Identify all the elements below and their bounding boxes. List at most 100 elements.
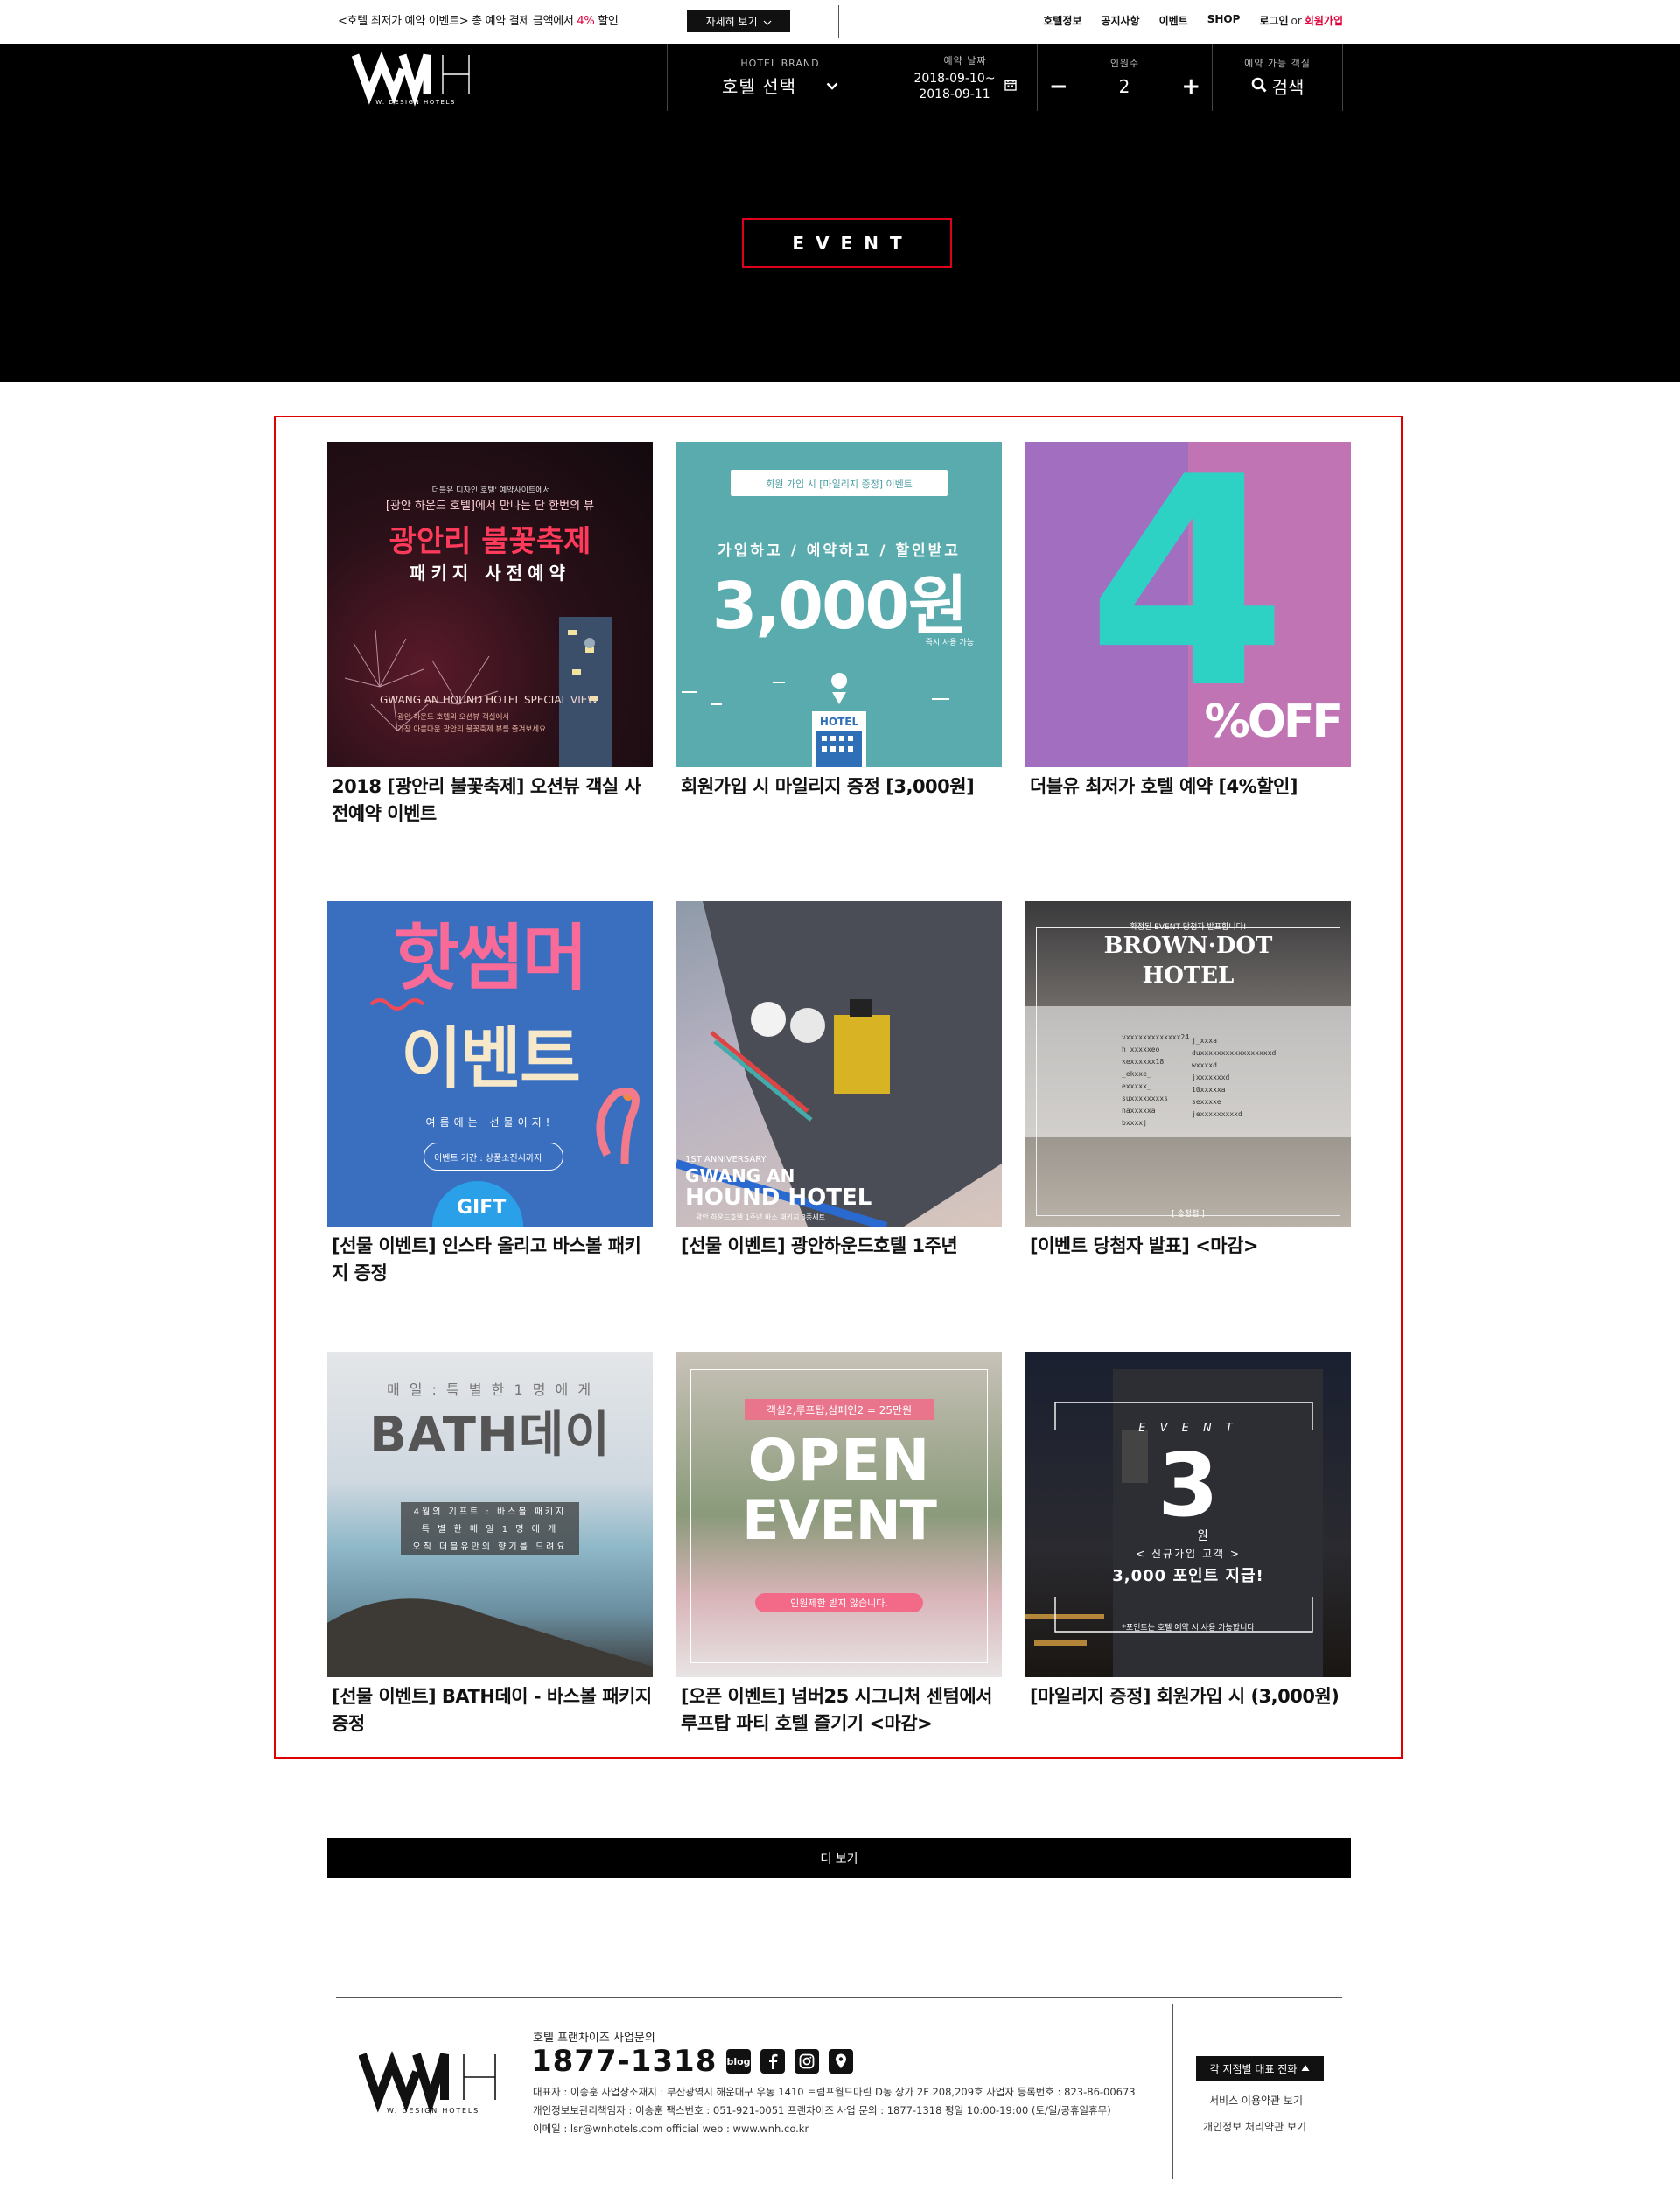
event-thumbnail: E V E N T 3 원 < 신규가입 고객 > 3,000 포인트 지급! …	[1026, 1352, 1351, 1677]
event-title[interactable]: 2018 [광안리 불꽃축제] 오션뷰 객실 사전예약 이벤트	[327, 773, 653, 828]
event-title[interactable]: 더블유 최저가 호텔 예약 [4%할인]	[1026, 773, 1351, 801]
img-subhead: %OFF	[1204, 696, 1343, 748]
nav-shop[interactable]: SHOP	[1208, 13, 1241, 28]
img-subhead: 패키지 사전예약	[410, 563, 570, 584]
img-subhead: HOTEL	[1142, 962, 1235, 989]
footer-phone: 1877-1318	[531, 2044, 718, 2079]
nav-login[interactable]: 로그인	[1259, 15, 1288, 27]
svg-text:exxxxx_: exxxxx_	[1122, 1082, 1152, 1090]
blog-icon[interactable]: blog	[726, 2049, 751, 2074]
promo-highlight: 4%	[577, 15, 595, 28]
branch-phone-toggle[interactable]: 각 지점별 대표 전화	[1196, 2056, 1324, 2081]
event-card[interactable]: E V E N T 3 원 < 신규가입 고객 > 3,000 포인트 지급! …	[1026, 1352, 1351, 1710]
svg-text:h_xxxxxeo: h_xxxxxeo	[1122, 1046, 1160, 1053]
img-subhead: 이벤트	[401, 1019, 581, 1097]
nav-event[interactable]: 이벤트	[1159, 13, 1188, 28]
event-thumbnail: 매 일 : 특 별 한 1 명 에 게 BATH데이 4월의 기프트 : 바스볼…	[327, 1352, 653, 1677]
img-text: 이벤트 기간 : 상품소진시까지	[434, 1154, 542, 1164]
img-headline: 3	[1158, 1434, 1219, 1536]
calendar-icon	[1004, 78, 1017, 94]
wnh-logo[interactable]: W. DESIGN HOTELS	[351, 50, 480, 108]
top-divider	[838, 5, 839, 38]
svg-text:10xxxxxa: 10xxxxxa	[1192, 1086, 1226, 1094]
nav-signup[interactable]: 회원가입	[1305, 15, 1343, 27]
event-card[interactable]: 매 일 : 특 별 한 1 명 에 게 BATH데이 4월의 기프트 : 바스볼…	[327, 1352, 653, 1738]
promo-suffix: 할인	[594, 15, 619, 28]
img-text: GWANG AN	[685, 1165, 795, 1186]
brand-select[interactable]: HOTEL BRAND 호텔 선택	[667, 44, 892, 111]
img-text: GIFT	[457, 1197, 507, 1219]
branch-phone-label: 각 지점별 대표 전화	[1209, 2062, 1298, 2075]
event-title[interactable]: [선물 이벤트] BATH데이 - 바스볼 패키지 증정	[327, 1683, 653, 1738]
event-card[interactable]: 1ST ANNIVERSARY GWANG AN HOUND HOTEL 광안 …	[676, 901, 1002, 1260]
img-text: < 신규가입 고객 >	[1136, 1548, 1241, 1560]
event-thumbnail: 객실2,루프탑,삼페인2 = 25만원 OPEN EVENT 인원제한 받지 않…	[676, 1352, 1002, 1677]
svg-text:suxxxxxxxxs: suxxxxxxxxs	[1122, 1095, 1168, 1102]
event-card[interactable]: 핫썸머 이벤트 여름에는 선물이지! 이벤트 기간 : 상품소진시까지 GIFT…	[327, 901, 653, 1287]
event-title[interactable]: [마일리지 증정] 회원가입 시 (3,000원)	[1026, 1683, 1351, 1710]
logo-text: W. DESIGN HOTELS	[375, 99, 456, 106]
svg-text:bxxxxj: bxxxxj	[1122, 1119, 1147, 1127]
facebook-icon[interactable]	[760, 2049, 785, 2074]
nav-notice[interactable]: 공지사항	[1101, 13, 1139, 28]
img-text: *포인트는 호텔 예약 시 사용 가능합니다	[1122, 1624, 1255, 1633]
people-count: 2	[1118, 75, 1131, 97]
nav-hotel-info[interactable]: 호텔정보	[1043, 13, 1082, 28]
event-title[interactable]: [선물 이벤트] 광안하운드호텔 1주년	[676, 1233, 1002, 1260]
img-text: E V E N T	[1138, 1422, 1238, 1435]
map-pin-icon[interactable]	[829, 2049, 853, 2074]
company-info-line: 대표자 : 이송훈 사업장소재지 : 부산광역시 해운대구 우동 1410 트럼…	[533, 2086, 1136, 2098]
date-picker[interactable]: 예약 날짜 2018-09-10~ 2018-09-11	[892, 44, 1037, 111]
svg-text:naxxxxxa: naxxxxxa	[1122, 1107, 1156, 1115]
detail-button[interactable]: 자세히 보기	[687, 10, 790, 32]
people-caption: 인원수	[1110, 57, 1140, 69]
svg-text:sexxxxe: sexxxxe	[1192, 1098, 1222, 1106]
people-stepper: 인원수 − 2 +	[1037, 44, 1212, 111]
event-thumbnail: 핫썸머 이벤트 여름에는 선물이지! 이벤트 기간 : 상품소진시까지 GIFT	[327, 901, 653, 1227]
triangle-up-icon	[1301, 2062, 1310, 2074]
instagram-icon[interactable]	[794, 2049, 819, 2074]
top-nav: 호텔정보 공지사항 이벤트 SHOP 로그인 or 회원가입	[1043, 13, 1343, 28]
event-title[interactable]: [오픈 이벤트] 넘버25 시그니처 센텀에서 루프탑 파티 호텔 즐기기 <마…	[676, 1683, 1002, 1738]
search-icon	[1251, 76, 1267, 97]
img-text: 원	[1197, 1529, 1208, 1543]
event-card[interactable]: 확정된 EVENT 당첨자 발표합니다! BROWN·DOT HOTEL vxx…	[1026, 901, 1351, 1260]
date-caption: 예약 날짜	[943, 54, 987, 66]
hero-banner: EVENT	[0, 111, 1680, 382]
img-text: 광안 하운드 호텔의 오션뷰 객실에서	[397, 713, 510, 722]
svg-text:_ekxxe_: _ekxxe_	[1122, 1070, 1152, 1078]
event-card[interactable]: 4 %OFF 더블유 최저가 호텔 예약 [4%할인]	[1026, 442, 1351, 801]
people-plus-button[interactable]: +	[1181, 73, 1200, 100]
svg-text:vxxxxxxxxxxxxx24: vxxxxxxxxxxxxx24	[1122, 1033, 1189, 1041]
top-bar: <호텔 최저가 예약 이벤트> 총 예약 결제 금액에서 4% 할인 자세히 보…	[0, 0, 1680, 44]
event-card[interactable]: '더블유 디자인 호텔' 예약사이트에서 [광안 하운드 호텔]에서 만나는 단…	[327, 442, 653, 828]
towel-illustration	[327, 1598, 653, 1677]
event-thumbnail: 1ST ANNIVERSARY GWANG AN HOUND HOTEL 광안 …	[676, 901, 1002, 1227]
event-title[interactable]: [선물 이벤트] 인스타 올리고 바스볼 패키지 증정	[327, 1233, 653, 1287]
chevron-down-icon	[826, 77, 838, 94]
search-button[interactable]: 예약 가능 객실 검색	[1212, 44, 1343, 111]
img-headline: OPEN	[747, 1427, 931, 1494]
winners-panel: vxxxxxxxxxxxxx24 j_xxxa h_xxxxxeo duxxxxxx…	[1026, 1006, 1351, 1137]
more-button[interactable]: 더 보기	[327, 1838, 1351, 1878]
event-title[interactable]: [이벤트 당첨자 발표] <마감>	[1026, 1233, 1351, 1260]
people-minus-button[interactable]: −	[1049, 73, 1068, 100]
event-card[interactable]: 객실2,루프탑,삼페인2 = 25만원 OPEN EVENT 인원제한 받지 않…	[676, 1352, 1002, 1738]
img-text: GWANG AN HOUND HOTEL SPECIAL VIEW	[380, 694, 598, 706]
company-info-line: 개인정보보관리책임자 : 이송훈 팩스번호 : 051-921-0051 프랜차…	[533, 2104, 1111, 2116]
nav-or: or	[1291, 15, 1302, 27]
svg-text:wxxxxd: wxxxxd	[1192, 1061, 1217, 1069]
img-text: 확정된 EVENT 당첨자 발표합니다!	[1130, 923, 1247, 932]
detail-button-label: 자세히 보기	[705, 16, 758, 28]
svg-text:duxxxxxxxxxxxxxxxxxd: duxxxxxxxxxxxxxxxxxd	[1192, 1049, 1277, 1057]
svg-text:jexxxxxxxxxd: jexxxxxxxxxd	[1192, 1110, 1242, 1118]
event-title[interactable]: 회원가입 시 마일리지 증정 [3,000원]	[676, 773, 1002, 801]
search-label: 검색	[1271, 77, 1305, 98]
brand-caption: HOTEL BRAND	[740, 57, 820, 69]
img-text: 1ST ANNIVERSARY	[685, 1155, 766, 1164]
event-thumbnail: 회원 가입 시 [마일리지 증정] 이벤트 가입하고 / 예약하고 / 할인받고…	[676, 442, 1002, 767]
terms-link[interactable]: 서비스 이용약관 보기	[1209, 2093, 1303, 2108]
privacy-link[interactable]: 개인정보 처리약관 보기	[1203, 2119, 1306, 2134]
event-thumbnail: '더블유 디자인 호텔' 예약사이트에서 [광안 하운드 호텔]에서 만나는 단…	[327, 442, 653, 767]
event-card[interactable]: 회원 가입 시 [마일리지 증정] 이벤트 가입하고 / 예약하고 / 할인받고…	[676, 442, 1002, 801]
